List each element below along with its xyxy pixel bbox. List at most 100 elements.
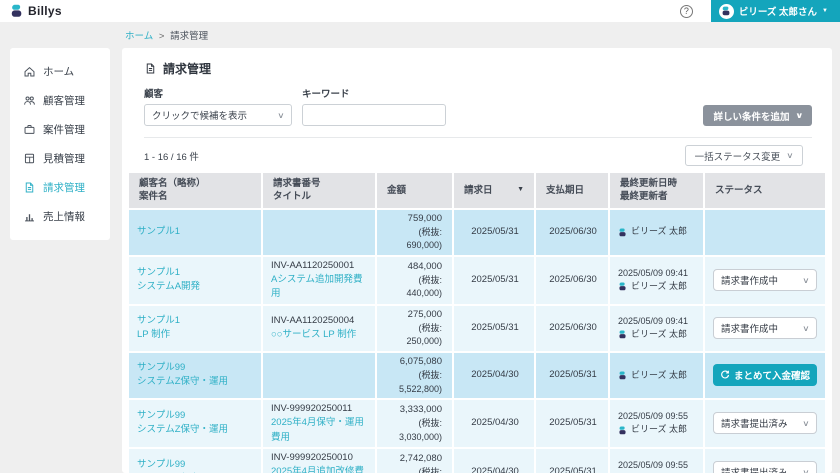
- amount-value: 484,000: [407, 260, 442, 272]
- customer-link[interactable]: サンプル99: [137, 361, 255, 375]
- amount-tax-excluded: (税抜: 5,522,800): [398, 370, 442, 394]
- customer-link[interactable]: サンプル99: [137, 458, 255, 472]
- header-amount: 金額: [377, 173, 454, 210]
- add-conditions-label: 詳しい条件を追加: [713, 111, 790, 123]
- table-row[interactable]: サンプル99 システムZ保守・運用 6,075,080 (税抜: 5,522,8…: [129, 352, 825, 401]
- amount-value: 2,742,080: [399, 452, 442, 464]
- invoice-table: 顧客名（略称） 案件名 請求書番号 タイトル 金額 請求日 ▼ 支払期日 最終更…: [129, 173, 825, 473]
- sidebar: ホーム 顧客管理 案件管理 見積管理 請求管理 売上情報: [10, 48, 110, 240]
- sidebar-item-home[interactable]: ホーム: [10, 57, 110, 86]
- sidebar-item-label: 顧客管理: [43, 95, 85, 107]
- status-label: 請求書作成中: [721, 324, 779, 336]
- page-title: 請求管理: [163, 62, 212, 76]
- amount-value: 6,075,080: [399, 355, 442, 367]
- updater-name: ビリーズ 太郎: [631, 329, 688, 340]
- bar-chart-icon: [25, 214, 34, 222]
- sidebar-item-sales[interactable]: 売上情報: [10, 202, 110, 231]
- status-dropdown[interactable]: 請求書提出済み ∨: [713, 412, 817, 435]
- sidebar-item-label: 見積管理: [43, 153, 85, 165]
- bill-date: 2025/05/31: [454, 305, 536, 353]
- amount-tax-excluded: (税抜: 250,000): [406, 322, 442, 347]
- bulk-payment-confirm-label: まとめて入金確認: [733, 371, 810, 383]
- customer-link[interactable]: サンプル99: [137, 409, 255, 423]
- header-customer: 顧客名（略称） 案件名: [129, 173, 263, 210]
- keyword-input[interactable]: [302, 104, 446, 126]
- sidebar-item-label: 案件管理: [43, 124, 85, 136]
- amount-tax-excluded: (税抜: 690,000): [406, 226, 442, 251]
- amount-value: 3,333,000: [399, 403, 442, 415]
- breadcrumb-home-link[interactable]: ホーム: [125, 31, 153, 42]
- invoice-title-link[interactable]: 2025年4月追加改修費用: [271, 465, 369, 473]
- sort-desc-icon[interactable]: ▼: [517, 185, 524, 195]
- status-dropdown[interactable]: 請求書提出済み ∨: [713, 461, 817, 473]
- updater-name: ビリーズ 太郎: [631, 226, 688, 237]
- case-link[interactable]: システムA開発: [137, 280, 255, 294]
- bulk-status-button[interactable]: 一括ステータス変更 ∨: [684, 145, 803, 166]
- breadcrumb: ホーム > 請求管理: [125, 28, 840, 42]
- chevron-down-icon: ∨: [802, 275, 810, 285]
- invoice-title-link[interactable]: ○○サービス LP 制作: [271, 328, 369, 342]
- chevron-down-icon: ∨: [802, 467, 810, 473]
- sidebar-item-customers[interactable]: 顧客管理: [10, 86, 110, 115]
- customer-link[interactable]: サンプル1: [137, 266, 255, 280]
- billys-mini-logo-icon: [619, 371, 626, 380]
- user-menu-button[interactable]: ビリーズ 太郎さん ▼: [710, 0, 840, 22]
- logo-text: Billys: [28, 4, 62, 18]
- estimate-icon: [24, 153, 35, 164]
- table-row[interactable]: サンプル99 システムZ保守・運用 INV-999920250011 2025年…: [129, 400, 825, 449]
- updater-name: ビリーズ 太郎: [631, 424, 688, 435]
- invoice-title-link[interactable]: Aシステム追加開発費用: [271, 273, 369, 302]
- case-link[interactable]: システムZ保守・運用: [137, 423, 255, 437]
- updater: ビリーズ 太郎: [618, 423, 697, 437]
- sidebar-item-label: 売上情報: [43, 211, 85, 223]
- status-dropdown[interactable]: 請求書作成中 ∨: [713, 269, 817, 292]
- amount-value: 275,000: [407, 308, 442, 320]
- billys-mini-logo-icon: [619, 426, 626, 434]
- billys-mini-logo-icon: [619, 331, 626, 339]
- invoice-number: INV-AA1120250004: [271, 314, 355, 326]
- table-row[interactable]: サンプル99 システムZ保守・運用 INV-999920250010 2025年…: [129, 448, 825, 473]
- customer-select-placeholder: クリックで候補を表示: [152, 111, 248, 122]
- add-conditions-button[interactable]: 詳しい条件を追加 ∨: [703, 105, 812, 126]
- bulk-payment-confirm-button[interactable]: まとめて入金確認: [712, 364, 817, 387]
- invoice-icon: [25, 182, 34, 193]
- case-link[interactable]: システムZ保守・運用: [137, 375, 255, 389]
- table-row[interactable]: サンプル1 759,000 (税抜: 690,000) 2025/05/31 2…: [129, 209, 825, 257]
- topbar: Billys ? ビリーズ 太郎さん ▼: [0, 0, 840, 22]
- chevron-down-icon: ∨: [277, 110, 285, 120]
- status-label: 請求書提出済み: [721, 465, 788, 473]
- customer-filter-label: 顧客: [144, 89, 164, 100]
- page-title-icon: [146, 63, 155, 74]
- amount-tax-excluded: (税抜: 3,030,000): [398, 418, 442, 442]
- customer-select[interactable]: クリックで候補を表示 ∨: [144, 104, 292, 126]
- header-status: ステータス: [705, 173, 825, 210]
- sidebar-item-cases[interactable]: 案件管理: [10, 115, 110, 144]
- status-dropdown[interactable]: 請求書作成中 ∨: [713, 317, 817, 340]
- updater: ビリーズ 太郎: [618, 225, 697, 239]
- breadcrumb-separator: >: [158, 31, 165, 42]
- due-date: 2025/06/30: [536, 305, 610, 353]
- invoice-number: INV-999920250011: [271, 403, 353, 415]
- chevron-down-icon: ∨: [802, 323, 810, 333]
- customer-link[interactable]: サンプル1: [137, 225, 255, 239]
- home-icon: [24, 66, 35, 77]
- bill-date: 2025/05/31: [454, 209, 536, 257]
- sidebar-item-invoices[interactable]: 請求管理: [10, 173, 110, 202]
- main-panel: 請求管理 顧客 クリックで候補を表示 ∨ キーワード 詳しい条件を追加 ∨ 1 …: [122, 48, 832, 473]
- invoice-title-link[interactable]: 2025年4月保守・運用費用: [271, 416, 369, 445]
- due-date: 2025/05/31: [536, 448, 610, 473]
- case-link[interactable]: LP 制作: [137, 328, 255, 342]
- bill-date: 2025/05/31: [454, 256, 536, 306]
- help-icon[interactable]: ?: [679, 4, 693, 18]
- table-row[interactable]: サンプル1 LP 制作 INV-AA1120250004 ○○サービス LP 制…: [129, 305, 825, 353]
- breadcrumb-current: 請求管理: [170, 31, 209, 42]
- customer-link[interactable]: サンプル1: [137, 314, 255, 328]
- user-avatar: [718, 3, 734, 19]
- invoice-number: INV-AA1120250001: [271, 259, 355, 271]
- user-name: ビリーズ 太郎さん: [738, 7, 818, 18]
- sidebar-item-label: 請求管理: [43, 182, 85, 194]
- header-bill-date[interactable]: 請求日 ▼: [454, 173, 536, 210]
- sidebar-item-estimates[interactable]: 見積管理: [10, 144, 110, 173]
- table-row[interactable]: サンプル1 システムA開発 INV-AA1120250001 Aシステム追加開発…: [129, 256, 825, 306]
- invoice-number: INV-999920250010: [271, 451, 353, 463]
